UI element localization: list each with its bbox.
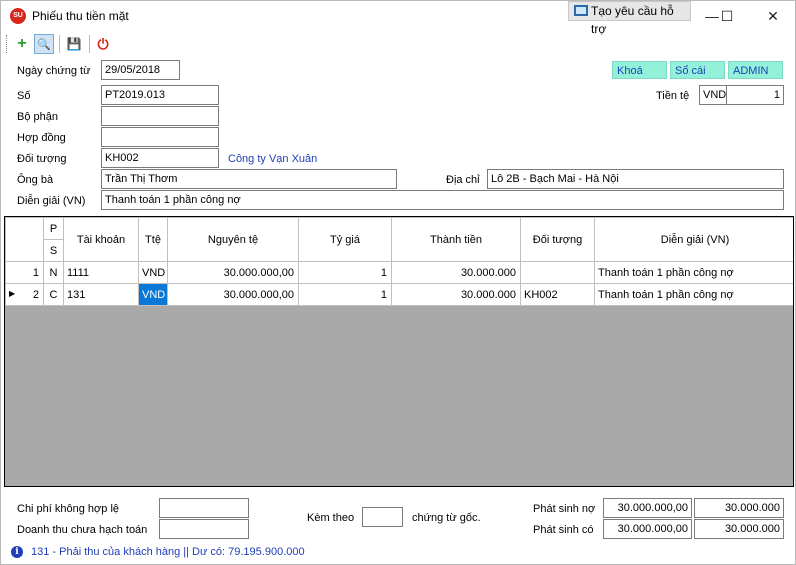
user-status-badge: ADMIN xyxy=(728,61,783,79)
cell-ps[interactable]: C xyxy=(43,283,64,306)
debit-total-label: Phát sinh nợ xyxy=(533,503,596,515)
column-header-rate[interactable]: Tỷ giá xyxy=(298,217,392,262)
invalid-cost-label: Chi phí không hợp lệ xyxy=(17,503,120,515)
attach-suffix-label: chứng từ gốc. xyxy=(412,512,481,524)
date-field[interactable]: 29/05/2018 xyxy=(101,60,180,80)
column-header-p[interactable]: P xyxy=(43,217,64,240)
department-label: Bộ phận xyxy=(17,111,58,123)
column-header-description[interactable]: Diễn giải (VN) xyxy=(594,217,793,262)
contract-field[interactable] xyxy=(101,127,219,147)
voucher-lines-table: P Tài khoản Ttệ Nguyên tệ Tỷ giá Thành t… xyxy=(5,217,793,306)
department-field[interactable] xyxy=(101,106,219,126)
cell-amount[interactable]: 30.000.000 xyxy=(391,261,521,284)
account-balance-status: 131 - Phải thu của khách hàng || Dư có: … xyxy=(31,546,305,558)
lock-status-badge: Khoá xyxy=(612,61,667,79)
column-header-original[interactable]: Nguyên tệ xyxy=(167,217,299,262)
cell-ps[interactable]: N xyxy=(43,261,64,284)
number-field[interactable]: PT2019.013 xyxy=(101,85,219,105)
toolbar: + 🔍 💾 ⏻ xyxy=(1,31,795,57)
row-number: 1 xyxy=(5,261,44,284)
support-request-button[interactable]: Tạo yêu cầu hỗ trợ xyxy=(568,1,691,36)
attach-label: Kèm theo xyxy=(307,512,355,524)
currency-label: Tiền tệ xyxy=(656,90,690,102)
cell-currency[interactable]: VND xyxy=(138,283,168,306)
info-icon: i xyxy=(11,546,23,558)
toolbar-separator xyxy=(59,35,60,53)
cell-original[interactable]: 30.000.000,00 xyxy=(167,283,299,306)
currency-code-field[interactable]: VND xyxy=(699,85,727,105)
cell-object[interactable] xyxy=(520,261,595,284)
date-label: Ngày chứng từ xyxy=(17,65,91,77)
toolbar-separator xyxy=(89,35,90,53)
cell-amount[interactable]: 30.000.000 xyxy=(391,283,521,306)
window-title: Phiếu thu tiền mặt xyxy=(32,9,129,23)
credit-original-field: 30.000.000,00 xyxy=(603,519,692,539)
address-label: Địa chỉ xyxy=(446,174,480,186)
column-header-currency[interactable]: Ttệ xyxy=(138,217,168,262)
row-header-corner xyxy=(5,217,44,262)
column-header-object[interactable]: Đối tượng xyxy=(520,217,595,262)
unrecorded-revenue-field[interactable] xyxy=(159,519,249,539)
number-label: Số xyxy=(17,90,31,102)
debit-original-field: 30.000.000,00 xyxy=(603,498,692,518)
save-icon[interactable]: 💾 xyxy=(64,34,84,54)
cell-description[interactable]: Thanh toán 1 phần công nợ xyxy=(594,261,793,284)
search-icon[interactable]: 🔍 xyxy=(34,34,54,54)
debit-amount-field: 30.000.000 xyxy=(694,498,784,518)
monitor-icon xyxy=(574,5,588,16)
title-bar: SU Phiếu thu tiền mặt Tạo yêu cầu hỗ trợ… xyxy=(1,1,795,36)
person-label: Ông bà xyxy=(17,174,54,186)
app-logo-icon: SU xyxy=(10,8,26,24)
credit-total-label: Phát sinh có xyxy=(533,524,594,536)
object-field[interactable]: KH002 xyxy=(101,148,219,168)
ledger-status-badge: Sổ cái xyxy=(670,61,725,79)
voucher-lines-grid[interactable]: P Tài khoản Ttệ Nguyên tệ Tỷ giá Thành t… xyxy=(4,216,794,487)
cell-rate[interactable]: 1 xyxy=(298,283,392,306)
unrecorded-revenue-label: Doanh thu chưa hạch toán xyxy=(17,524,148,536)
row-number-value: 2 xyxy=(32,288,39,301)
cell-description[interactable]: Thanh toán 1 phần công nợ xyxy=(594,283,793,306)
contract-label: Hợp đồng xyxy=(17,132,66,144)
table-row[interactable]: 1 N 1111 VND 30.000.000,00 1 30.000.000 … xyxy=(5,261,793,284)
add-icon[interactable]: + xyxy=(12,34,32,54)
row-number: ▶ 2 xyxy=(5,283,44,306)
object-label: Đối tượng xyxy=(17,153,67,165)
exit-icon[interactable]: ⏻ xyxy=(93,34,113,54)
credit-amount-field: 30.000.000 xyxy=(694,519,784,539)
description-field[interactable]: Thanh toán 1 phần công nợ xyxy=(101,190,784,210)
voucher-window: SU Phiếu thu tiền mặt Tạo yêu cầu hỗ trợ… xyxy=(0,0,796,565)
cell-account[interactable]: 1111 xyxy=(63,261,139,284)
close-button[interactable]: ✕ xyxy=(761,5,785,27)
object-name-link[interactable]: Công ty Vạn Xuân xyxy=(228,153,317,165)
cell-original[interactable]: 30.000.000,00 xyxy=(167,261,299,284)
table-row[interactable]: ▶ 2 C 131 VND 30.000.000,00 1 30.000.000 … xyxy=(5,283,793,306)
attach-count-field[interactable] xyxy=(362,507,403,527)
current-row-marker-icon: ▶ xyxy=(9,288,16,298)
address-field[interactable]: Lô 2B - Bạch Mai - Hà Nội xyxy=(487,169,784,189)
status-bar: i 131 - Phải thu của khách hàng || Dư có… xyxy=(1,541,795,564)
cell-rate[interactable]: 1 xyxy=(298,261,392,284)
maximize-button[interactable]: ☐ xyxy=(715,5,739,27)
toolbar-grip xyxy=(6,35,8,53)
description-label: Diễn giải (VN) xyxy=(17,195,86,207)
column-header-s[interactable]: S xyxy=(43,239,64,262)
column-header-account[interactable]: Tài khoản xyxy=(63,217,139,262)
column-header-amount[interactable]: Thành tiền xyxy=(391,217,521,262)
cell-currency[interactable]: VND xyxy=(138,261,168,284)
invalid-cost-field[interactable] xyxy=(159,498,249,518)
person-field[interactable]: Trần Thị Thơm xyxy=(101,169,397,189)
cell-account[interactable]: 131 xyxy=(63,283,139,306)
cell-object[interactable]: KH002 xyxy=(520,283,595,306)
currency-rate-field[interactable]: 1 xyxy=(726,85,784,105)
